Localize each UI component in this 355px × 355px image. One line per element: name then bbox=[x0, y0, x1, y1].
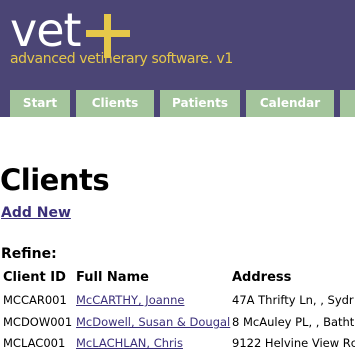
tab-patients[interactable]: Patients bbox=[160, 90, 240, 117]
row-3-full-name-link[interactable]: McLACHLAN, Chris bbox=[76, 336, 183, 350]
row-3-address: 9122 Helvine View Rc bbox=[232, 336, 355, 350]
logo-wordmark: vet bbox=[10, 3, 82, 57]
main-nav: Start Clients Patients Calendar bbox=[0, 86, 355, 117]
row-1-full-name-link[interactable]: McCARTHY, Joanne bbox=[76, 293, 184, 307]
row-2-client-id: MCDOW001 bbox=[3, 315, 73, 329]
row-2-address: 8 McAuley PL, , Batht bbox=[232, 315, 355, 329]
tab-partial[interactable] bbox=[340, 90, 355, 117]
column-header-address[interactable]: Address bbox=[232, 270, 291, 285]
tab-clients[interactable]: Clients bbox=[76, 90, 154, 117]
refine-label: Refine: bbox=[1, 246, 57, 262]
add-new-link[interactable]: Add New bbox=[1, 205, 71, 221]
tab-start[interactable]: Start bbox=[10, 90, 70, 117]
column-header-client-id[interactable]: Client ID bbox=[3, 270, 66, 285]
tab-calendar[interactable]: Calendar bbox=[246, 90, 334, 117]
app-header: vet advanced vetinerary software. v1 bbox=[0, 0, 355, 86]
row-1-address: 47A Thrifty Ln, , Sydr bbox=[232, 293, 354, 307]
row-2-full-name-link[interactable]: McDowell, Susan & Dougal bbox=[76, 315, 230, 329]
logo-tagline: advanced vetinerary software. v1 bbox=[10, 51, 233, 67]
page-title: Clients bbox=[0, 163, 110, 197]
column-header-full-name[interactable]: Full Name bbox=[76, 270, 149, 285]
row-1-client-id: MCCAR001 bbox=[3, 293, 67, 307]
row-3-client-id: MCLAC001 bbox=[3, 336, 66, 350]
